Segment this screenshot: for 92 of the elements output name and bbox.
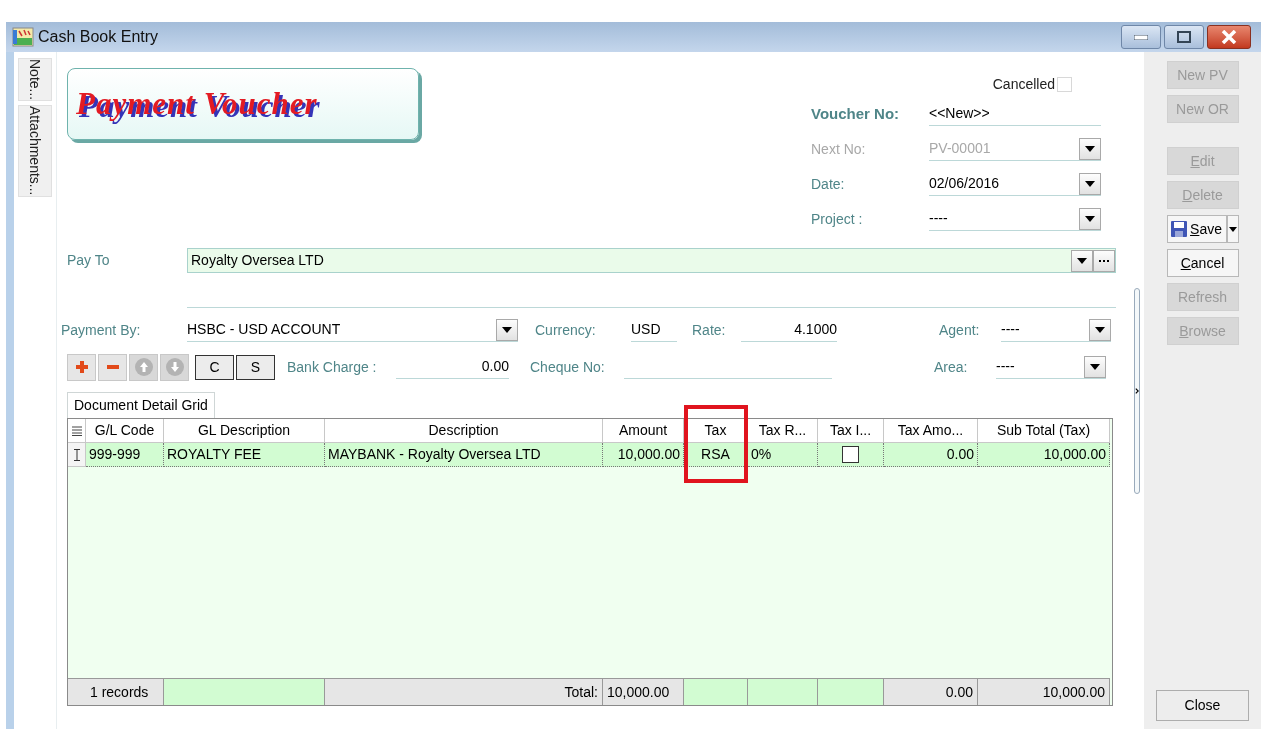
arrow-down-icon bbox=[165, 358, 184, 376]
header-field[interactable]: <<New>> bbox=[929, 102, 1101, 126]
caret-icon bbox=[502, 326, 512, 333]
field-label: Rate: bbox=[692, 320, 727, 340]
dropdown-button[interactable] bbox=[496, 318, 518, 341]
header-field[interactable]: ---- bbox=[929, 207, 1101, 231]
field-label: Voucher No: bbox=[811, 103, 901, 124]
caret-icon bbox=[1085, 180, 1095, 187]
field-label: Project : bbox=[811, 209, 864, 229]
footer-cell: Total: bbox=[325, 678, 603, 705]
caret-icon bbox=[1095, 326, 1105, 333]
field-label: Date: bbox=[811, 174, 846, 194]
field-label: Bank Charge : bbox=[287, 357, 378, 377]
table-cell: 10,000.00 bbox=[603, 443, 684, 467]
caret-icon bbox=[1085, 145, 1095, 152]
save-button[interactable]: Save bbox=[1166, 215, 1227, 243]
cancelled-checkbox[interactable] bbox=[1057, 76, 1072, 92]
dropdown-button[interactable] bbox=[1079, 207, 1101, 230]
dropdown-button[interactable] bbox=[1079, 172, 1101, 195]
arrow-up-icon bbox=[134, 358, 153, 376]
column-header[interactable]: Description bbox=[325, 419, 603, 443]
column-header[interactable]: Tax I... bbox=[818, 419, 884, 443]
footer-cell bbox=[818, 678, 884, 705]
text-button[interactable]: S bbox=[236, 354, 275, 380]
field-label: Area: bbox=[934, 357, 969, 377]
column-header[interactable]: Amount bbox=[603, 419, 684, 443]
area-field[interactable]: ---- bbox=[996, 355, 1106, 379]
footer-cell: 10,000.00 bbox=[978, 678, 1110, 705]
close-icon bbox=[1221, 30, 1237, 44]
footer-cell bbox=[68, 678, 86, 705]
footer-cell: 1 records bbox=[86, 678, 164, 705]
side-tab[interactable]: Attachments... bbox=[18, 105, 52, 197]
table-cell: 0.00 bbox=[884, 443, 978, 467]
caret-icon bbox=[1090, 363, 1100, 370]
table-cell: MAYBANK - Royalty Oversea LTD bbox=[325, 443, 603, 467]
dropdown-button[interactable] bbox=[1084, 355, 1106, 378]
table-cell: 10,000.00 bbox=[978, 443, 1110, 467]
side-button[interactable]: Cancel bbox=[1166, 249, 1239, 277]
toolbar-button[interactable] bbox=[98, 353, 127, 381]
table-cell: 0% bbox=[748, 443, 818, 467]
field-label: Next No: bbox=[811, 139, 867, 159]
text-cursor-icon bbox=[73, 448, 80, 461]
column-header[interactable]: Tax Amo... bbox=[884, 419, 978, 443]
column-header[interactable]: Sub Total (Tax) bbox=[978, 419, 1110, 443]
close-dialog-button[interactable]: Close bbox=[1156, 690, 1249, 721]
caret-icon bbox=[1228, 226, 1237, 232]
currency-field[interactable]: USD bbox=[631, 318, 677, 342]
caret-icon bbox=[1085, 215, 1095, 222]
column-header[interactable]: GL Description bbox=[164, 419, 325, 443]
checkbox-label: Cancelled bbox=[992, 74, 1055, 94]
field-label: Currency: bbox=[535, 320, 597, 340]
side-tab[interactable]: Note... bbox=[18, 58, 52, 102]
tax-inclusive-checkbox[interactable] bbox=[842, 446, 859, 463]
footer-cell bbox=[748, 678, 818, 705]
rate-field[interactable]: 4.1000 bbox=[741, 318, 837, 342]
field-label: Cheque No: bbox=[530, 357, 606, 377]
app-icon bbox=[12, 26, 34, 48]
toolbar-button[interactable] bbox=[67, 353, 96, 381]
maximize-button[interactable] bbox=[1164, 25, 1204, 49]
ellipsis-icon bbox=[1099, 259, 1109, 262]
dropdown-button[interactable] bbox=[1071, 249, 1093, 272]
field-label: Pay To bbox=[67, 251, 111, 270]
plus-icon bbox=[75, 361, 88, 373]
minimize-button[interactable] bbox=[1121, 25, 1161, 49]
voucher-banner: Payment Voucher bbox=[67, 68, 419, 140]
field-label: Agent: bbox=[939, 320, 981, 340]
chevron-right-icon bbox=[1135, 387, 1139, 395]
dropdown-button[interactable] bbox=[1089, 318, 1111, 341]
footer-cell: 0.00 bbox=[884, 678, 978, 705]
column-chooser-icon bbox=[71, 425, 82, 436]
column-header[interactable]: G/L Code bbox=[86, 419, 164, 443]
minimize-icon bbox=[1134, 34, 1148, 40]
column-header[interactable]: Tax R... bbox=[748, 419, 818, 443]
window-title: Cash Book Entry bbox=[38, 27, 159, 47]
browse-button[interactable] bbox=[1093, 249, 1115, 272]
field-label: Payment By: bbox=[61, 320, 142, 340]
bank-charge-field[interactable]: 0.00 bbox=[396, 355, 509, 379]
text-button[interactable]: C bbox=[195, 354, 234, 380]
caret-icon bbox=[1077, 257, 1087, 264]
agent-field[interactable]: ---- bbox=[1001, 318, 1111, 342]
grid-tab[interactable]: Document Detail Grid bbox=[67, 392, 215, 418]
minus-icon bbox=[106, 365, 119, 369]
close-button[interactable] bbox=[1207, 25, 1251, 49]
table-cell: ROYALTY FEE bbox=[164, 443, 325, 467]
maximize-icon bbox=[1177, 31, 1191, 43]
footer-cell: 10,000.00 bbox=[603, 678, 684, 705]
footer-cell bbox=[684, 678, 748, 705]
header-field[interactable]: 02/06/2016 bbox=[929, 172, 1101, 196]
pay-to-field[interactable]: Royalty Oversea LTD bbox=[187, 248, 1116, 273]
splitter-handle[interactable] bbox=[1134, 288, 1140, 494]
table-cell: 999-999 bbox=[86, 443, 164, 467]
payment-by-field[interactable]: HSBC - USD ACCOUNT bbox=[187, 318, 518, 342]
